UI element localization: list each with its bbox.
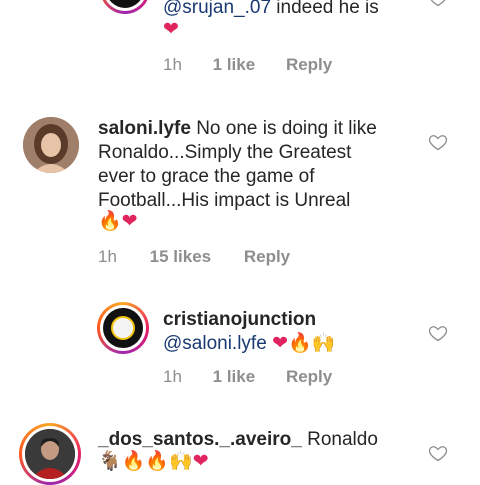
- fire-emoji: 🔥: [98, 211, 122, 232]
- comment-line-3: ever to grace the game of: [98, 166, 315, 187]
- profile-photo-icon: [25, 429, 75, 479]
- avatar-saloni[interactable]: [23, 117, 79, 173]
- likes-count[interactable]: 15 likes: [150, 247, 211, 266]
- raised-hands-emoji: 🙌: [169, 451, 193, 472]
- fire-emoji: 🔥: [145, 451, 170, 472]
- timestamp: 1h: [163, 55, 182, 74]
- emoji-row-saloni: 🔥❤: [98, 211, 138, 233]
- reply-button[interactable]: Reply: [244, 247, 290, 266]
- comment-text-dos-santos: _dos_santos._.aveiro_ Ronaldo: [98, 428, 428, 452]
- likes-count[interactable]: 1 like: [213, 367, 256, 386]
- mention-link[interactable]: @srujan_.07: [163, 0, 271, 18]
- comment-body: indeed he is: [271, 0, 379, 18]
- username-cristianojunction[interactable]: cristianojunction: [163, 309, 316, 330]
- like-heart-icon[interactable]: [428, 443, 448, 463]
- meta-row-top: 1h 1 like Reply: [163, 55, 332, 75]
- fire-emoji: 🔥: [287, 332, 312, 354]
- mention-link[interactable]: @saloni.lyfe: [163, 333, 267, 354]
- comment-line-2: Ronaldo...Simply the Greatest: [98, 142, 352, 163]
- red-heart-emoji: ❤: [121, 211, 138, 232]
- like-heart-icon[interactable]: [428, 0, 448, 8]
- likes-count[interactable]: 1 like: [213, 55, 256, 74]
- comment-text-saloni: saloni.lyfe No one is doing it like Rona…: [98, 117, 428, 213]
- fire-emoji: 🔥: [121, 451, 146, 472]
- reply-button[interactable]: Reply: [286, 55, 332, 74]
- red-heart-emoji: ❤: [272, 332, 288, 354]
- meta-row-saloni: 1h 15 likes Reply: [98, 247, 290, 267]
- comment-text-cristiano: cristianojunction @saloni.lyfe ❤🔥🙌: [163, 308, 335, 356]
- avatar-cristianojunction[interactable]: [103, 308, 143, 348]
- meta-row-cristiano: 1h 1 like Reply: [163, 367, 332, 387]
- emoji-row-dos-santos: 🐐🔥🔥🙌❤: [98, 451, 209, 473]
- red-heart-emoji: ❤: [192, 451, 209, 472]
- timestamp: 1h: [98, 247, 117, 266]
- like-heart-icon[interactable]: [428, 132, 448, 152]
- username-dos-santos[interactable]: _dos_santos._.aveiro_: [98, 429, 302, 450]
- comment-line-4: Football...His impact is Unreal: [98, 190, 351, 211]
- goat-emoji: 🐐: [98, 451, 122, 472]
- avatar-dos-santos[interactable]: [25, 429, 75, 479]
- username-saloni[interactable]: saloni.lyfe: [98, 118, 191, 139]
- comment-text-top: @srujan_.07 indeed he is: [163, 0, 379, 20]
- red-heart-emoji: ❤: [163, 19, 179, 40]
- comment-line-1: No one is doing it like: [190, 118, 377, 139]
- timestamp: 1h: [163, 367, 182, 386]
- profile-photo-icon: [23, 117, 79, 173]
- reply-button[interactable]: Reply: [286, 367, 332, 386]
- emoji-row-top: ❤: [163, 19, 179, 41]
- raised-hands-emoji: 🙌: [311, 332, 336, 354]
- comment-body: Ronaldo: [301, 429, 378, 450]
- like-heart-icon[interactable]: [428, 323, 448, 343]
